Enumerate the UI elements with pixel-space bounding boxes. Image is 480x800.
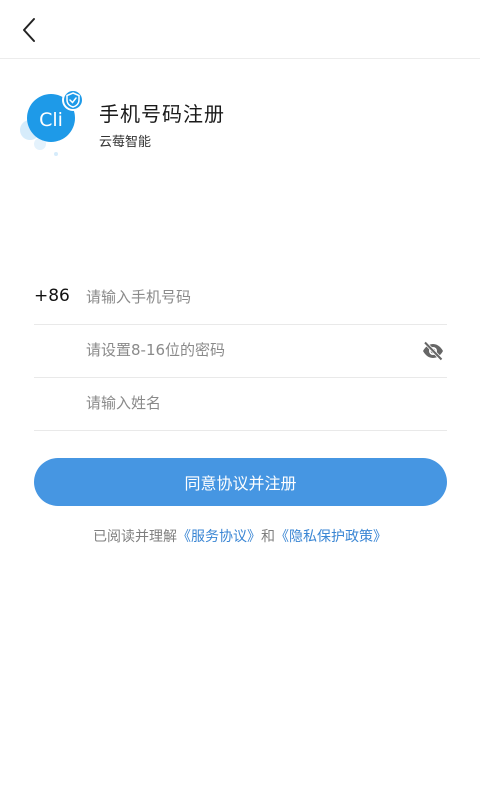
brand-header: Cli 手机号码注册 云莓智能 [0, 80, 480, 170]
page-title: 手机号码注册 [99, 102, 225, 126]
password-input[interactable] [86, 335, 406, 365]
agree-register-button[interactable]: 同意协议并注册 [34, 458, 447, 506]
app-name: 云莓智能 [99, 135, 152, 150]
phone-row: +86 [34, 272, 447, 325]
app-logo: Cli [18, 86, 90, 158]
privacy-policy-link[interactable]: 《隐私保护政策》 [275, 529, 387, 545]
register-form: +86 [34, 272, 447, 431]
agreement-connector: 和 [261, 529, 275, 545]
agreement-prefix: 已阅读并理解 [93, 529, 177, 545]
svg-text:Cli: Cli [39, 109, 63, 131]
agreement-text: 已阅读并理解《服务协议》和《隐私保护政策》 [0, 526, 480, 546]
top-bar [0, 0, 480, 59]
back-button[interactable] [12, 12, 48, 48]
eye-off-icon [423, 341, 443, 361]
password-visibility-toggle[interactable] [421, 339, 445, 363]
password-row [34, 325, 447, 378]
service-agreement-link[interactable]: 《服务协议》 [177, 529, 261, 545]
phone-input[interactable] [86, 282, 406, 312]
chevron-left-icon [23, 18, 35, 42]
name-row [34, 378, 447, 431]
country-code[interactable]: +86 [34, 286, 70, 306]
name-input[interactable] [86, 388, 406, 418]
